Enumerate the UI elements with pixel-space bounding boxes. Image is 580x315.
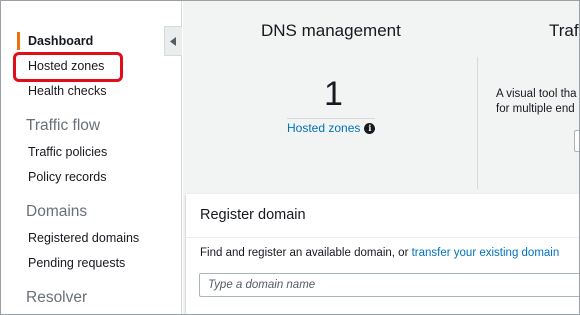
sidebar-item-registered-domains[interactable]: Registered domains <box>28 231 139 245</box>
domain-name-input[interactable] <box>199 273 579 297</box>
active-indicator <box>17 32 20 50</box>
transfer-domain-link[interactable]: transfer your existing domain <box>412 247 560 259</box>
dns-management-title: DNS management <box>261 21 401 40</box>
traffic-flow-button[interactable] <box>574 130 579 152</box>
sidebar-item-pending-requests[interactable]: Pending requests <box>28 256 125 270</box>
traffic-flow-description: A visual tool tha for multiple end <box>496 87 577 117</box>
sidebar: Dashboard Hosted zones Health checks Tra… <box>1 1 182 314</box>
highlight-box <box>13 52 123 82</box>
section-divider <box>477 57 478 189</box>
traffic-flow-description-line-1: A visual tool tha <box>496 88 577 100</box>
sidebar-item-dashboard[interactable]: Dashboard <box>28 34 93 48</box>
sidebar-item-policy-records[interactable]: Policy records <box>28 170 107 184</box>
hosted-zones-link-row: Hosted zones i <box>287 118 376 136</box>
register-divider <box>186 237 579 238</box>
sidebar-heading-resolver: Resolver <box>26 289 88 306</box>
collapse-sidebar-button[interactable] <box>164 26 182 56</box>
hosted-zones-link[interactable]: Hosted zones <box>287 121 360 135</box>
register-domain-title: Register domain <box>200 207 306 223</box>
hosted-zone-count: 1 <box>324 75 343 113</box>
sidebar-item-traffic-policies[interactable]: Traffic policies <box>28 145 107 159</box>
register-description-text: Find and register an available domain, o… <box>200 247 412 259</box>
register-domain-panel: Register domain Find and register an ava… <box>186 194 579 314</box>
traffic-flow-title: Traf <box>549 21 579 40</box>
caret-left-icon <box>170 36 176 46</box>
sidebar-item-health-checks[interactable]: Health checks <box>28 84 107 98</box>
sidebar-heading-domains: Domains <box>26 203 88 220</box>
register-domain-description: Find and register an available domain, o… <box>200 247 559 259</box>
info-icon[interactable]: i <box>364 122 376 134</box>
main-content: DNS management 1 Hosted zones i Traf A v… <box>183 1 579 314</box>
traffic-flow-description-line-2: for multiple end <box>496 103 575 115</box>
sidebar-heading-traffic-flow: Traffic flow <box>26 117 101 134</box>
